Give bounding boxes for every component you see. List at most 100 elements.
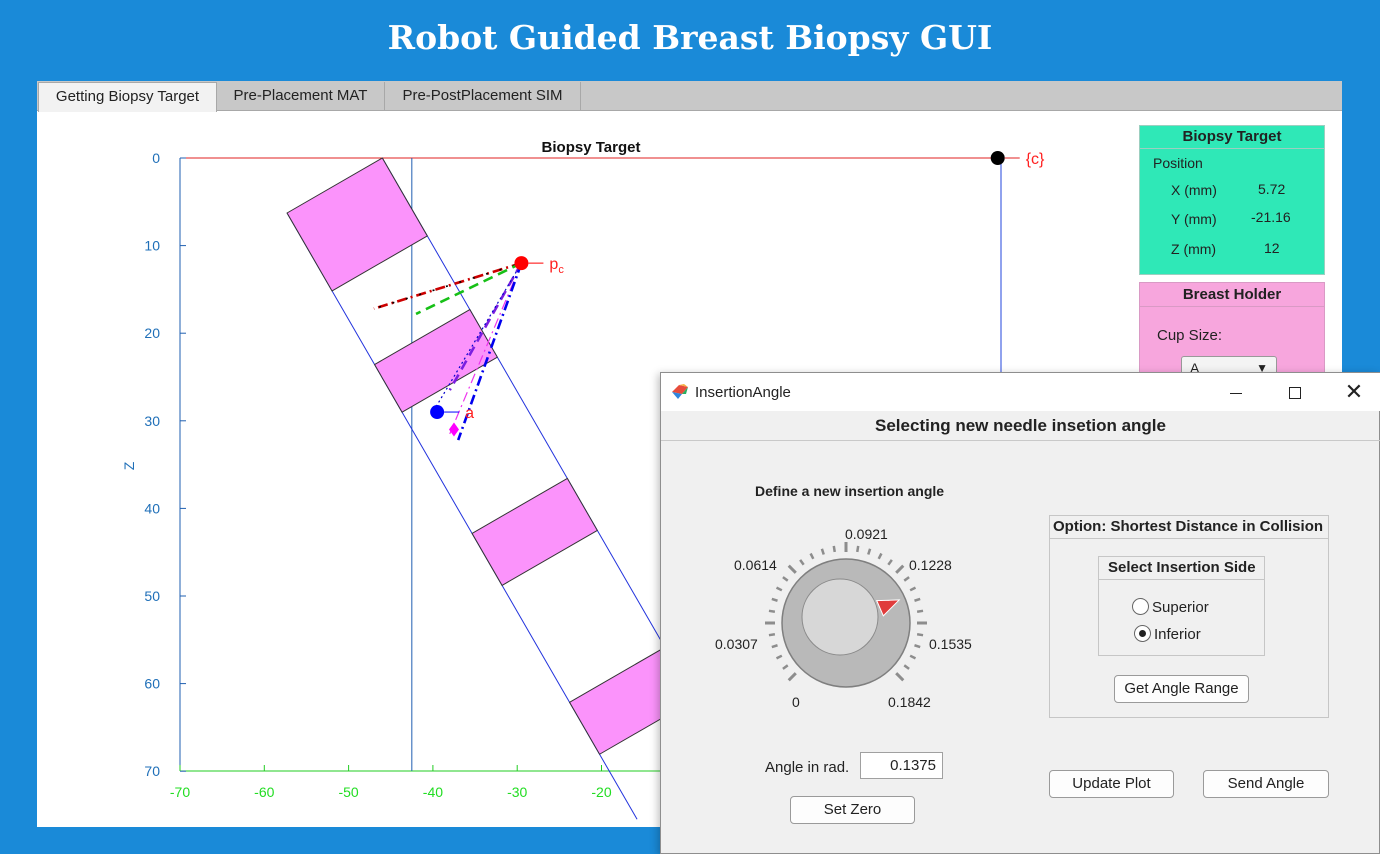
knob-label-3: 0.0921 bbox=[845, 526, 888, 542]
tab-bar: Getting Biopsy Target Pre-Placement MAT … bbox=[37, 81, 1342, 112]
update-plot-button[interactable]: Update Plot bbox=[1049, 770, 1174, 798]
plot-title: Biopsy Target bbox=[542, 139, 641, 156]
insertion-angle-dialog: InsertionAngle ✕ Selecting new needle in… bbox=[660, 372, 1380, 854]
knob-tick bbox=[895, 672, 905, 682]
send-angle-button[interactable]: Send Angle bbox=[1203, 770, 1329, 798]
side-divider bbox=[1099, 579, 1264, 580]
y-tick-label: 60 bbox=[144, 676, 160, 692]
radio-inferior[interactable]: Inferior bbox=[1134, 625, 1201, 643]
knob-label-0: 0 bbox=[792, 694, 800, 710]
knob-tick bbox=[916, 609, 924, 613]
knob-tick bbox=[867, 548, 872, 555]
x-tick-label: -70 bbox=[170, 784, 190, 800]
knob-tick bbox=[895, 564, 905, 574]
x-label: X (mm) bbox=[1171, 182, 1217, 198]
knob-tick bbox=[877, 552, 883, 560]
knob-tick bbox=[914, 644, 921, 649]
biopsy-target-panel: Biopsy Target Position X (mm) 5.72 Y (mm… bbox=[1139, 125, 1325, 275]
z-label: Z (mm) bbox=[1171, 241, 1217, 257]
tab-pre-placement-mat[interactable]: Pre-Placement MAT bbox=[217, 82, 385, 111]
radio-superior-circle[interactable] bbox=[1132, 598, 1149, 615]
app-title: Robot Guided Breast Biopsy GUI bbox=[387, 18, 993, 57]
x-tick-label: -30 bbox=[507, 784, 527, 800]
tab-getting-biopsy-target[interactable]: Getting Biopsy Target bbox=[38, 82, 217, 112]
knob-tick bbox=[856, 545, 860, 553]
knob-tick bbox=[768, 609, 776, 613]
biopsy-target-header: Biopsy Target bbox=[1140, 126, 1324, 149]
point-marker bbox=[430, 405, 445, 420]
point-label-sub: c bbox=[558, 264, 564, 276]
x-tick-label: -40 bbox=[423, 784, 443, 800]
knob-tick bbox=[775, 586, 783, 592]
holder-compartment bbox=[471, 477, 599, 587]
knob-tick bbox=[771, 597, 778, 602]
knob-tick bbox=[916, 633, 924, 637]
radio-superior-label: Superior bbox=[1152, 599, 1209, 616]
holder-compartment bbox=[286, 157, 429, 292]
knob-tick bbox=[787, 672, 797, 682]
knob-tick bbox=[914, 597, 921, 602]
breast-holder-header: Breast Holder bbox=[1140, 283, 1324, 307]
point-marker-diamond bbox=[448, 422, 459, 437]
knob-tick bbox=[903, 576, 910, 582]
get-angle-range-button[interactable]: Get Angle Range bbox=[1114, 675, 1249, 703]
knob-cap bbox=[801, 578, 879, 656]
knob-tick bbox=[782, 576, 789, 582]
point-marker bbox=[990, 151, 1005, 165]
x-tick-label: -60 bbox=[254, 784, 274, 800]
knob-tick bbox=[809, 552, 815, 560]
radio-inferior-circle[interactable] bbox=[1134, 625, 1151, 642]
set-zero-button[interactable]: Set Zero bbox=[790, 796, 915, 824]
knob-tick bbox=[771, 644, 778, 649]
cup-size-label: Cup Size: bbox=[1157, 327, 1223, 344]
x-tick-label: -50 bbox=[338, 784, 358, 800]
y-axis-label: Z bbox=[121, 461, 137, 470]
radio-inferior-label: Inferior bbox=[1154, 626, 1201, 643]
knob-label-2: 0.0614 bbox=[734, 557, 777, 573]
point-label-base: p bbox=[549, 256, 558, 273]
insertion-side-title: Select Insertion Side bbox=[1108, 559, 1256, 576]
z-value: 12 bbox=[1264, 240, 1280, 256]
point-label: a bbox=[465, 405, 474, 422]
knob-tick bbox=[909, 586, 917, 592]
knob-label-6: 0.1842 bbox=[888, 694, 931, 710]
y-label: Y (mm) bbox=[1171, 211, 1217, 227]
y-value: -21.16 bbox=[1251, 209, 1291, 225]
y-tick-label: 20 bbox=[144, 325, 160, 341]
x-value: 5.72 bbox=[1258, 181, 1286, 197]
knob-tick bbox=[799, 559, 805, 566]
y-tick-label: 70 bbox=[144, 763, 160, 779]
knob-tick bbox=[775, 654, 783, 660]
knob-tick bbox=[909, 654, 917, 660]
tab-pre-postplacement-sim[interactable]: Pre-PostPlacement SIM bbox=[385, 82, 581, 111]
breast-holder-panel: Breast Holder Cup Size: A ▼ bbox=[1139, 282, 1325, 382]
point-label: pc bbox=[549, 256, 564, 276]
position-label: Position bbox=[1153, 155, 1203, 171]
y-tick-label: 30 bbox=[144, 413, 160, 429]
knob-tick bbox=[782, 664, 789, 670]
knob-tick bbox=[768, 633, 776, 637]
radio-superior[interactable]: Superior bbox=[1132, 598, 1209, 616]
option-divider bbox=[1050, 538, 1328, 539]
point-marker bbox=[514, 256, 529, 271]
knob-tick bbox=[787, 564, 797, 574]
knob-tick bbox=[820, 548, 825, 555]
knob-tick bbox=[887, 559, 893, 566]
knob-label-1: 0.0307 bbox=[715, 636, 758, 652]
y-tick-label: 0 bbox=[152, 150, 160, 166]
x-tick-label: -20 bbox=[591, 784, 611, 800]
angle-input[interactable]: 0.1375 bbox=[860, 752, 943, 779]
y-tick-label: 50 bbox=[144, 588, 160, 604]
y-tick-label: 10 bbox=[144, 238, 160, 254]
knob-label-4: 0.1228 bbox=[909, 557, 952, 573]
holder-compartment bbox=[373, 308, 499, 413]
angle-label: Angle in rad. bbox=[765, 759, 850, 776]
y-tick-label: 40 bbox=[144, 500, 160, 516]
knob-label-5: 0.1535 bbox=[929, 636, 972, 652]
point-label: {c} bbox=[1026, 151, 1045, 168]
option-group: Option: Shortest Distance in Collision S… bbox=[1049, 515, 1329, 718]
knob-tick bbox=[832, 545, 836, 553]
insertion-side-group: Select Insertion Side Superior Inferior bbox=[1098, 556, 1265, 656]
option-group-title: Option: Shortest Distance in Collision bbox=[1053, 518, 1324, 535]
knob-tick bbox=[903, 664, 910, 670]
